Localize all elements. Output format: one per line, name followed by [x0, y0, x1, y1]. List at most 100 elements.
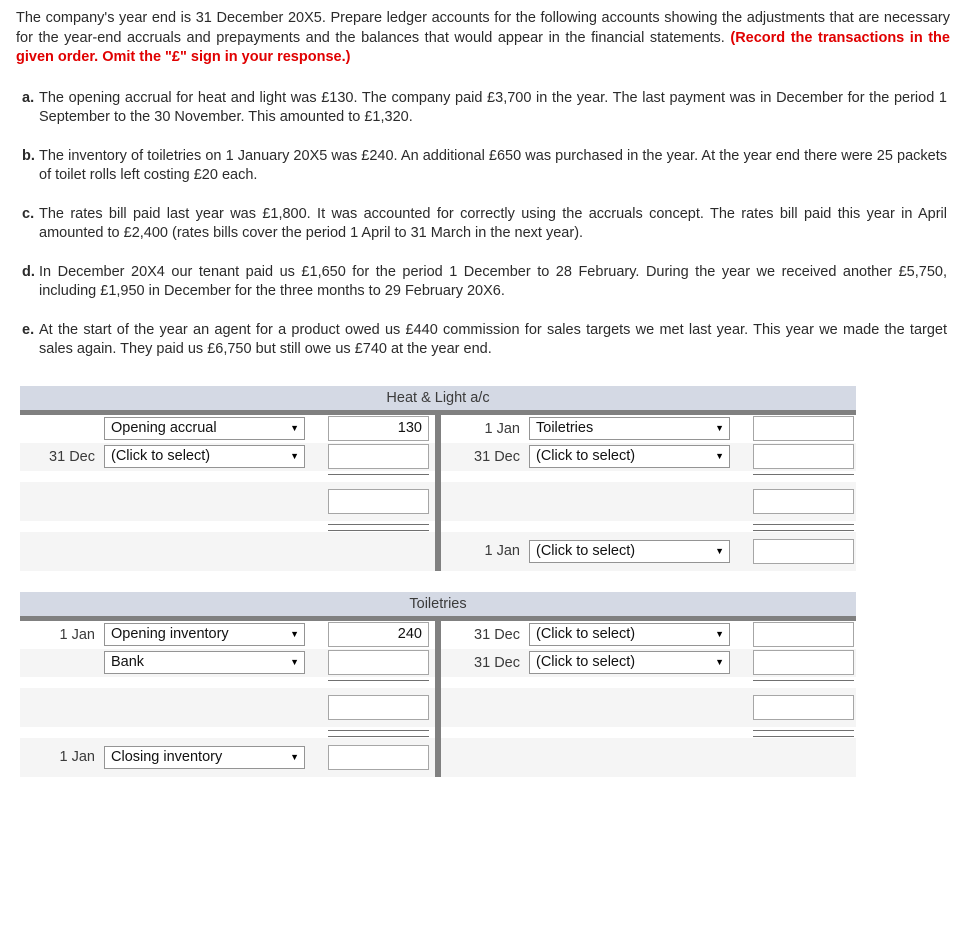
account-select[interactable]: Opening inventory ▼ [104, 623, 305, 646]
total-amount-input[interactable] [328, 488, 429, 514]
ledger-title: Heat & Light a/c [20, 385, 856, 410]
subtotal-rule-row [20, 470, 856, 482]
amount-input[interactable] [753, 538, 854, 564]
ledger-debit-side: Opening accrual ▼ 130 [20, 415, 438, 443]
amount-input[interactable] [328, 444, 429, 469]
account-select-value: (Click to select) [536, 626, 636, 642]
chevron-down-icon: ▼ [290, 451, 299, 461]
row-amount-cell: 130 [328, 416, 429, 441]
row-amount-cell [753, 416, 854, 441]
row-amount-cell: 240 [328, 622, 429, 647]
row-select-cell: (Click to select) ▼ [529, 539, 730, 563]
row-date: 31 Dec [49, 448, 95, 465]
chevron-down-icon: ▼ [290, 657, 299, 667]
row-date: 31 Dec [474, 448, 520, 465]
chevron-down-icon: ▼ [715, 451, 724, 461]
row-select-cell: (Click to select) ▼ [529, 445, 730, 468]
account-select-value: Closing inventory [111, 748, 223, 765]
table-row: Bank ▼ 31 Dec (Click to select) ▼ [20, 648, 856, 677]
account-select[interactable]: (Click to select) ▼ [529, 651, 730, 674]
ledger-toiletries: Toiletries 1 Jan Opening inventory ▼ 240… [20, 591, 856, 777]
table-row: Opening accrual ▼ 130 1 Jan Toiletries ▼ [20, 414, 856, 443]
chevron-down-icon: ▼ [290, 751, 299, 762]
row-select-cell: Bank ▼ [104, 651, 305, 674]
total-amount-input[interactable] [753, 694, 854, 720]
amount-input[interactable] [328, 744, 429, 770]
account-select[interactable]: (Click to select) ▼ [529, 445, 730, 468]
row-select-cell: (Click to select) ▼ [529, 623, 730, 646]
item-text: The rates bill paid last year was £1,800… [39, 205, 947, 242]
row-amount-cell [753, 622, 854, 647]
total-rule-left [20, 521, 438, 532]
amount-input[interactable]: 130 [328, 416, 429, 441]
chevron-down-icon: ▼ [715, 657, 724, 667]
ledger-title: Toiletries [20, 591, 856, 616]
row-select-cell: (Click to select) ▼ [529, 651, 730, 674]
list-item: d. In December 20X4 our tenant paid us £… [22, 263, 950, 302]
account-select-value: (Click to select) [111, 448, 211, 464]
total-rule-right [438, 521, 856, 532]
amount-input[interactable]: 240 [328, 622, 429, 647]
account-select[interactable]: (Click to select) ▼ [529, 539, 730, 563]
item-text: The opening accrual for heat and light w… [39, 89, 947, 126]
row-select-cell: Opening inventory ▼ [104, 623, 305, 646]
row-amount-cell [753, 488, 854, 514]
account-select[interactable]: Opening accrual ▼ [104, 417, 305, 440]
ledger-debit-side: 1 Jan Opening inventory ▼ 240 [20, 621, 438, 649]
ledger-debit-side: Bank ▼ [20, 649, 438, 677]
account-select-value: Bank [111, 654, 145, 670]
subtotal-rule [328, 473, 429, 475]
item-letter: d. [22, 263, 35, 280]
row-date: 31 Dec [474, 626, 520, 643]
table-row-total [20, 481, 856, 521]
row-amount-cell [753, 650, 854, 675]
list-item: a. The opening accrual for heat and ligh… [22, 89, 950, 128]
amount-input[interactable] [753, 416, 854, 441]
amount-input[interactable] [753, 650, 854, 675]
account-select-value: Toiletries [536, 420, 594, 436]
row-amount-cell [753, 538, 854, 564]
table-row: 31 Dec (Click to select) ▼ 31 Dec (Click… [20, 442, 856, 471]
chevron-down-icon: ▼ [290, 423, 299, 433]
row-date: 1 Jan [59, 626, 95, 643]
total-amount-input[interactable] [328, 694, 429, 720]
row-amount-cell [328, 694, 429, 720]
ledger-credit-side: 31 Dec (Click to select) ▼ [438, 443, 856, 471]
table-row: 1 Jan Opening inventory ▼ 240 31 Dec (Cl… [20, 620, 856, 649]
ledger-heat-and-light: Heat & Light a/c Opening accrual ▼ 130 1… [20, 385, 856, 571]
item-letter: b. [22, 147, 35, 164]
ledger-credit-side: 31 Dec (Click to select) ▼ [438, 621, 856, 649]
account-select[interactable]: Bank ▼ [104, 651, 305, 674]
subtotal-rule-right [438, 471, 856, 482]
account-select-value: (Click to select) [536, 448, 636, 464]
total-double-rule [328, 729, 429, 737]
item-text: The inventory of toiletries on 1 January… [39, 147, 947, 184]
account-select[interactable]: Toiletries ▼ [529, 417, 730, 440]
row-amount-cell [753, 694, 854, 720]
account-select-value: Opening inventory [111, 626, 229, 642]
account-select[interactable]: (Click to select) ▼ [104, 445, 305, 468]
total-double-rule [753, 523, 854, 531]
ledger-debit-side: 1 Jan Closing inventory ▼ [20, 738, 438, 777]
chevron-down-icon: ▼ [715, 629, 724, 639]
account-select[interactable]: (Click to select) ▼ [529, 623, 730, 646]
row-select-cell: (Click to select) ▼ [104, 445, 305, 468]
amount-input[interactable] [753, 444, 854, 469]
question-items-list: a. The opening accrual for heat and ligh… [0, 89, 966, 360]
account-select-value: (Click to select) [536, 654, 636, 670]
amount-input[interactable] [753, 622, 854, 647]
account-select[interactable]: Closing inventory ▼ [104, 745, 305, 769]
ledger-credit-side [438, 482, 856, 521]
table-row-closing: 1 Jan Closing inventory ▼ [20, 737, 856, 777]
total-amount-input[interactable] [753, 488, 854, 514]
row-select-cell: Opening accrual ▼ [104, 417, 305, 440]
list-item: c. The rates bill paid last year was £1,… [22, 205, 950, 244]
row-date: 1 Jan [59, 749, 95, 765]
item-letter: e. [22, 321, 35, 338]
amount-input[interactable] [328, 650, 429, 675]
row-select-cell: Toiletries ▼ [529, 417, 730, 440]
subtotal-rule-row [20, 676, 856, 688]
row-amount-cell [328, 650, 429, 675]
chevron-down-icon: ▼ [290, 629, 299, 639]
chevron-down-icon: ▼ [715, 423, 724, 433]
